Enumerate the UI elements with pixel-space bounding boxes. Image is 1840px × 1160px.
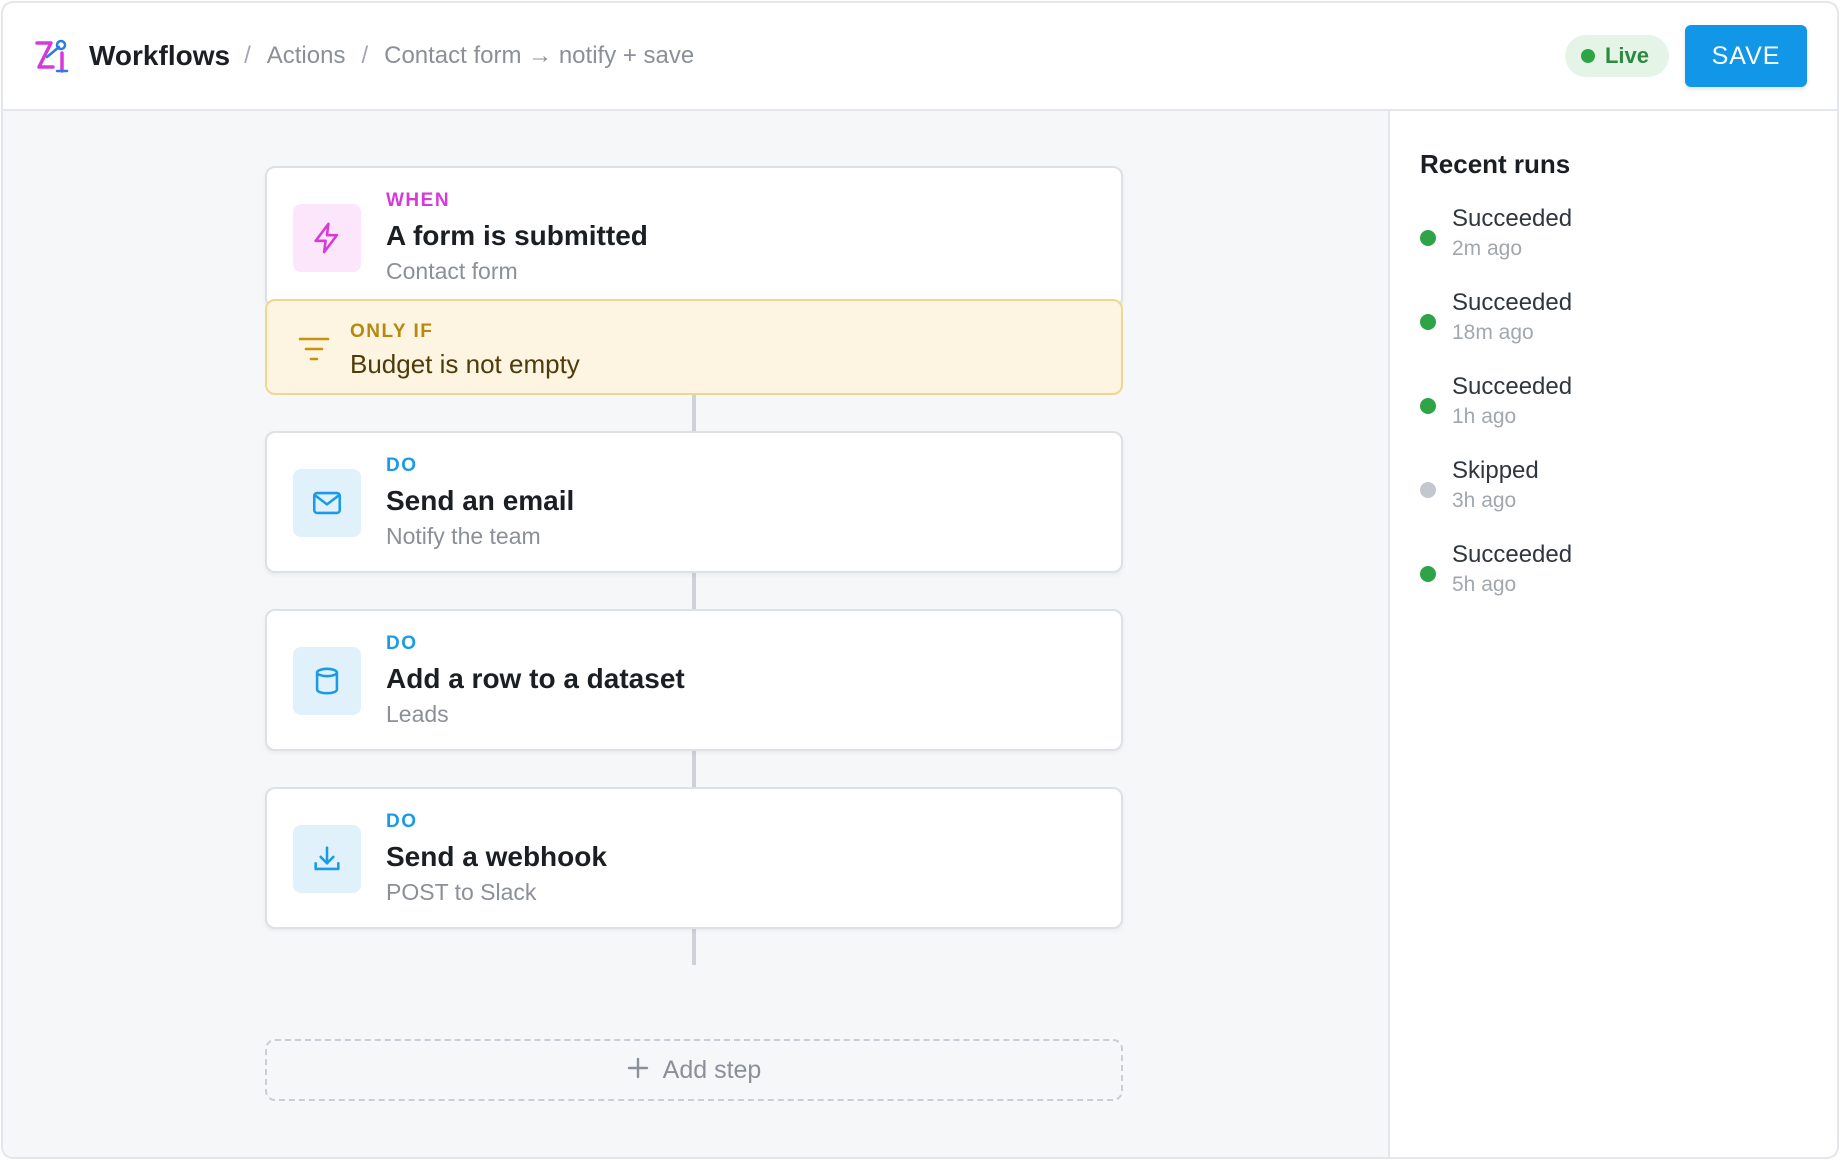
action-step-card[interactable]: DO Add a row to a dataset Leads xyxy=(265,609,1123,751)
mail-icon xyxy=(293,469,361,537)
breadcrumb-separator: / xyxy=(244,42,251,69)
skipped-status-dot-icon xyxy=(1420,482,1436,498)
step-subtitle: Contact form xyxy=(386,258,518,284)
live-status-dot-icon xyxy=(1580,49,1595,63)
workflows-logo-icon xyxy=(33,37,71,75)
step-kicker: ONLY IF xyxy=(350,321,434,342)
step-title: Send a webhook xyxy=(386,841,607,872)
top-bar: Workflows / Actions / Contact form → not… xyxy=(3,3,1837,111)
app-title: Workflows xyxy=(89,40,231,71)
breadcrumb: / Actions / Contact form → notify + save xyxy=(244,42,710,70)
step-subtitle: Notify the team xyxy=(386,523,541,549)
step-title: A form is submitted xyxy=(386,220,648,251)
run-status: Succeeded xyxy=(1452,289,1573,316)
run-status: Succeeded xyxy=(1452,373,1573,400)
step-kicker: DO xyxy=(386,455,418,476)
condition-step-card[interactable]: ONLY IF Budget is not empty xyxy=(265,299,1123,395)
lightning-icon xyxy=(293,204,361,272)
run-list-item[interactable]: Succeeded 2m ago xyxy=(1420,205,1800,265)
step-connector xyxy=(692,573,696,609)
success-status-dot-icon xyxy=(1420,230,1436,246)
run-status: Skipped xyxy=(1452,457,1539,484)
run-status: Succeeded xyxy=(1452,205,1573,232)
add-step-button[interactable]: Add step xyxy=(265,1039,1123,1101)
step-connector xyxy=(692,395,696,431)
step-connector xyxy=(692,751,696,787)
step-title: Budget is not empty xyxy=(350,349,580,379)
database-icon xyxy=(293,647,361,715)
step-title: Send an email xyxy=(386,485,575,516)
breadcrumb-separator: / xyxy=(361,42,369,69)
run-list-item[interactable]: Succeeded 18m ago xyxy=(1420,289,1800,349)
run-time: 1h ago xyxy=(1452,405,1517,428)
success-status-dot-icon xyxy=(1420,566,1436,582)
run-list-item[interactable]: Skipped 3h ago xyxy=(1420,457,1800,517)
run-time: 2m ago xyxy=(1452,237,1523,260)
step-kicker: WHEN xyxy=(386,190,451,211)
plus-icon xyxy=(627,1055,649,1085)
app-window: Workflows / Actions / Contact form → not… xyxy=(1,1,1839,1159)
run-time: 18m ago xyxy=(1452,321,1534,344)
recent-runs-title: Recent runs xyxy=(1420,149,1571,179)
run-time: 5h ago xyxy=(1452,573,1517,596)
action-step-card[interactable]: DO Send a webhook POST to Slack xyxy=(265,787,1123,929)
step-subtitle: Leads xyxy=(386,701,449,727)
success-status-dot-icon xyxy=(1420,398,1436,414)
action-step-card[interactable]: DO Send an email Notify the team xyxy=(265,431,1123,573)
step-kicker: DO xyxy=(386,633,418,654)
download-icon xyxy=(293,825,361,893)
run-status: Succeeded xyxy=(1452,541,1573,568)
step-title: Add a row to a dataset xyxy=(386,663,685,694)
filter-icon xyxy=(297,333,331,365)
run-time: 3h ago xyxy=(1452,489,1517,512)
live-status-badge[interactable]: Live xyxy=(1564,35,1669,77)
step-connector xyxy=(692,929,696,965)
trigger-step-card[interactable]: WHEN A form is submitted Contact form xyxy=(265,166,1123,308)
step-subtitle: POST to Slack xyxy=(386,879,537,905)
save-button[interactable]: SAVE xyxy=(1685,25,1807,87)
header-actions: Live SAVE xyxy=(1564,25,1807,87)
step-kicker: DO xyxy=(386,811,418,832)
recent-runs-panel: Recent runs Succeeded 2m ago Succeeded 1… xyxy=(1388,111,1837,1157)
breadcrumb-current-workflow: Contact form → notify + save xyxy=(384,42,695,69)
breadcrumb-actions-link[interactable]: Actions xyxy=(267,42,346,70)
run-list-item[interactable]: Succeeded 1h ago xyxy=(1420,373,1800,433)
success-status-dot-icon xyxy=(1420,314,1436,330)
run-list-item[interactable]: Succeeded 5h ago xyxy=(1420,541,1800,601)
add-step-label: Add step xyxy=(662,1055,762,1084)
live-status-label: Live xyxy=(1604,43,1649,68)
workflow-canvas: WHEN A form is submitted Contact form ON… xyxy=(3,111,1388,1157)
